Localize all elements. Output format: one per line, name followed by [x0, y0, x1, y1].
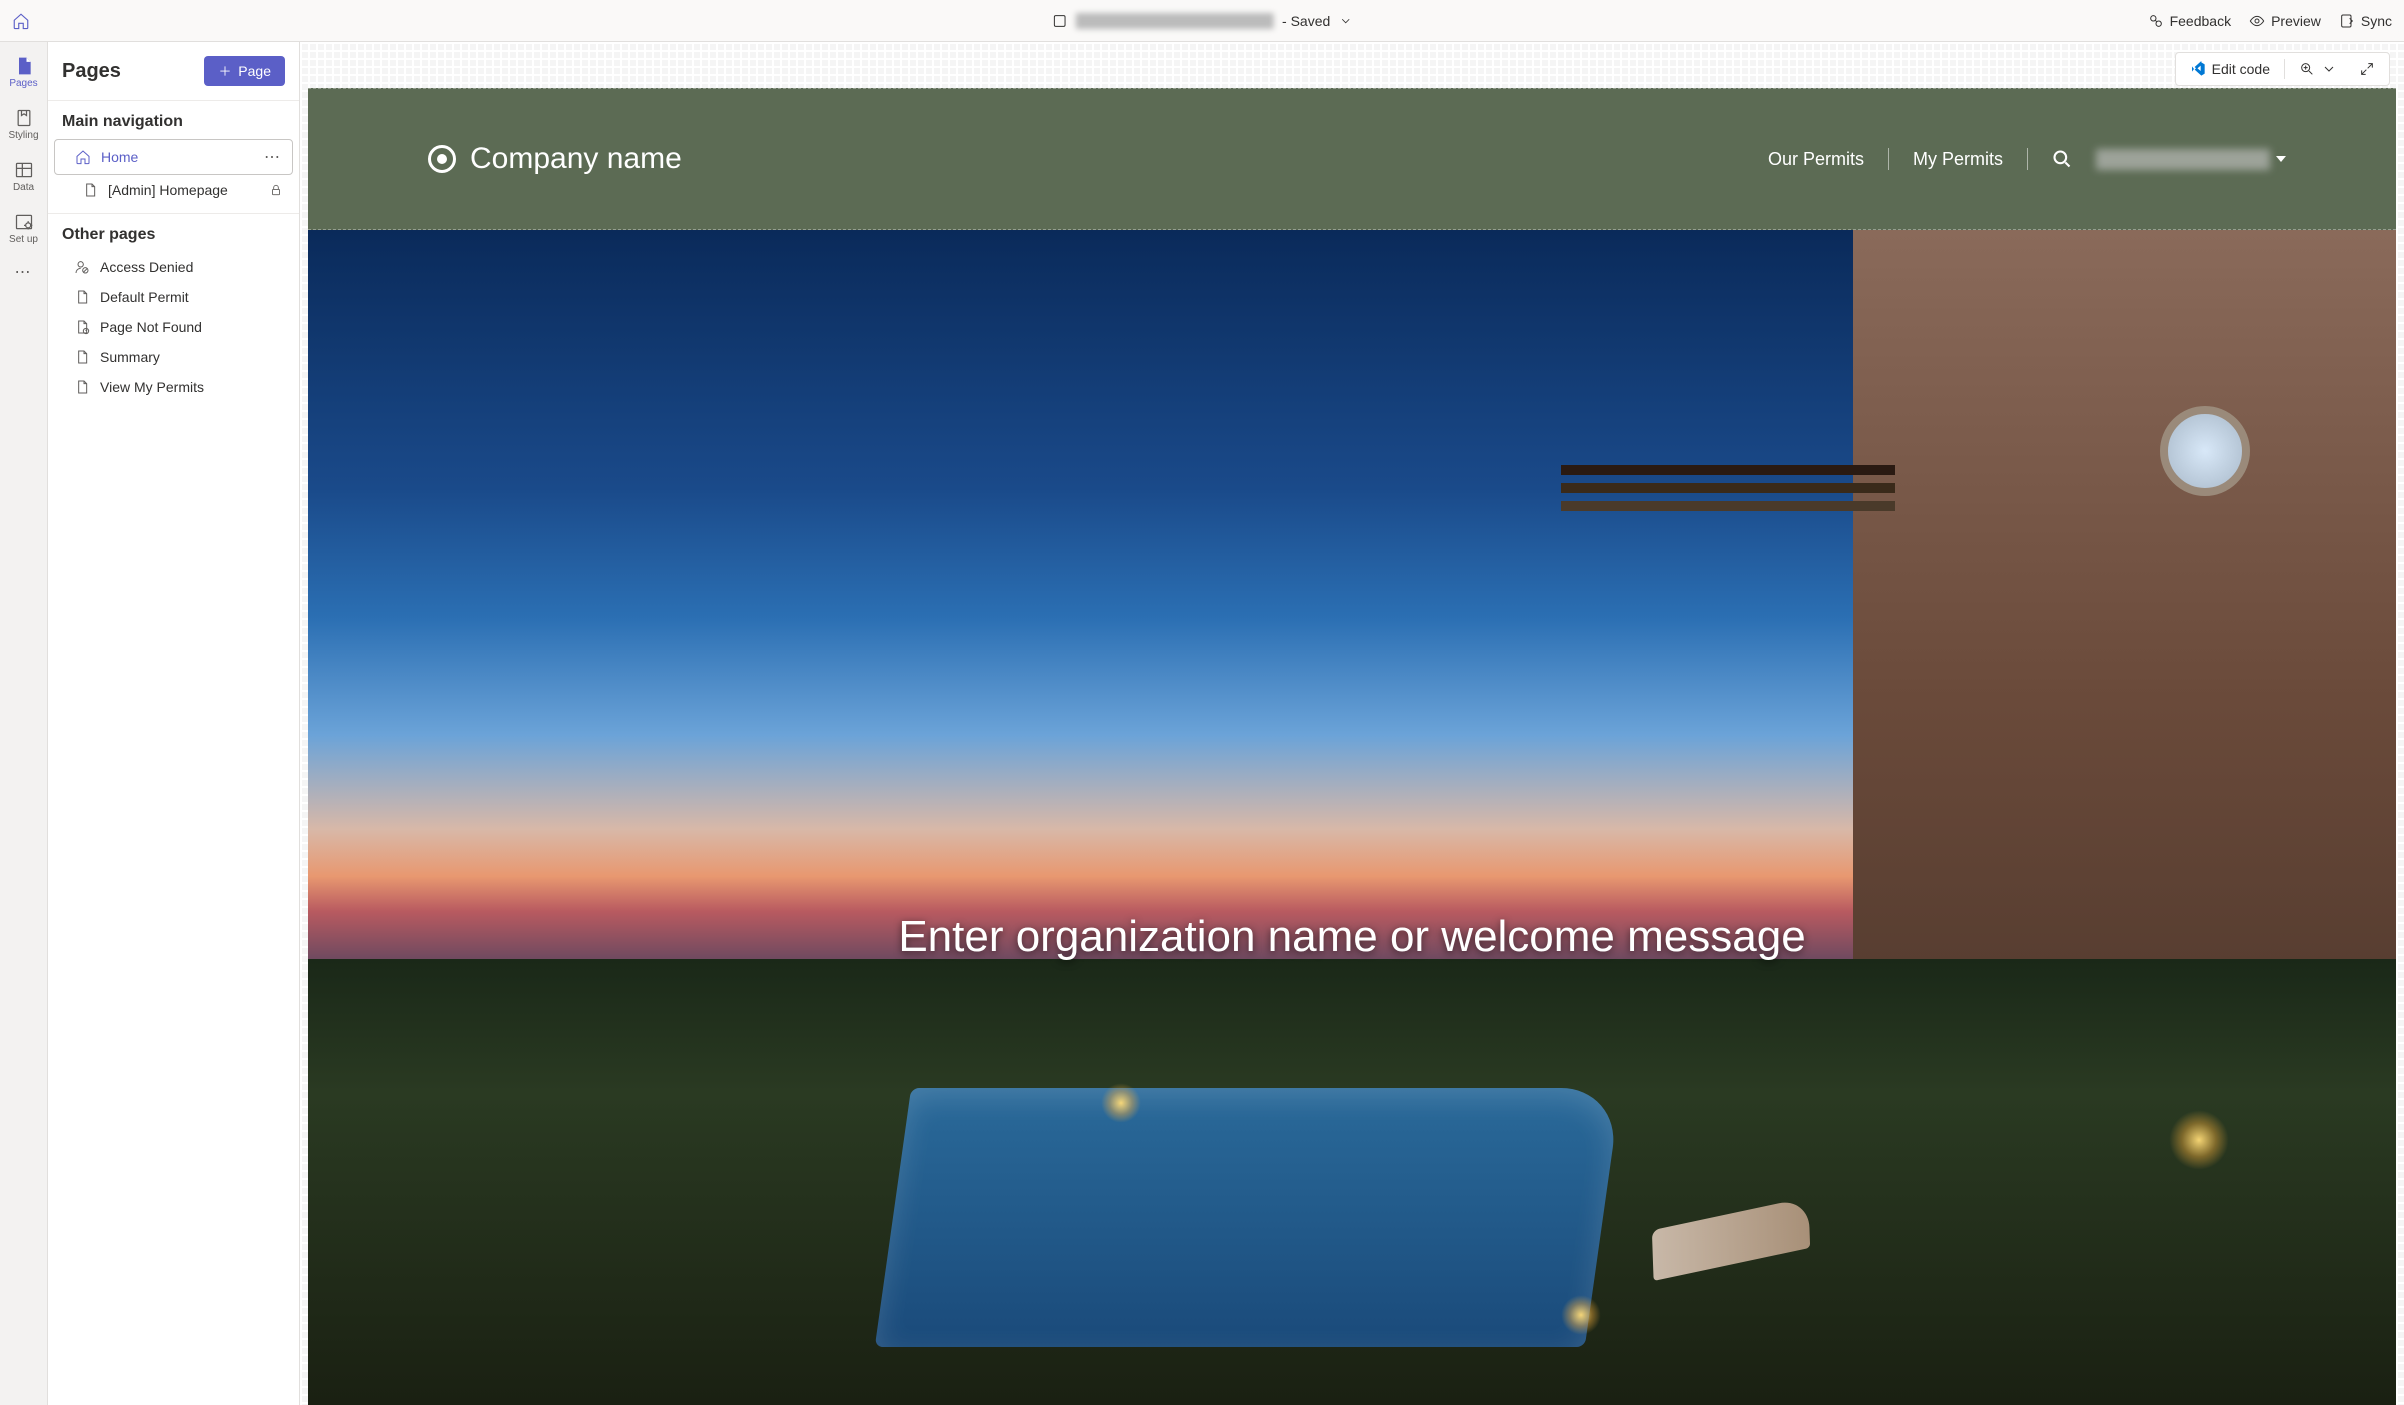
other-pages-header: Other pages	[48, 213, 299, 252]
page-warn-icon	[74, 319, 90, 335]
nav-user-menu[interactable]: ██████ ██████	[2096, 149, 2286, 170]
site-brand[interactable]: Company name	[428, 142, 682, 176]
setup-icon	[14, 212, 34, 232]
left-rail: Pages Styling Data Set up ⋯	[0, 42, 48, 1405]
page-item-admin-homepage[interactable]: [Admin] Homepage	[54, 175, 293, 205]
saved-indicator: - Saved	[1282, 13, 1330, 29]
edit-code-button[interactable]: Edit code	[2182, 57, 2278, 81]
site-glyph-icon	[1052, 13, 1068, 29]
site-nav: Our Permits My Permits ██████ ██████	[1768, 148, 2286, 170]
chevron-down-icon	[2321, 61, 2337, 77]
page-item-view-my-permits[interactable]: View My Permits	[54, 372, 293, 402]
site-preview-frame: Company name Our Permits My Permits ████…	[308, 88, 2396, 1405]
hero-section[interactable]: Enter organization name or welcome messa…	[308, 230, 2396, 1405]
more-icon[interactable]: ⋯	[264, 147, 282, 167]
page-item-label: Home	[101, 149, 138, 165]
sync-icon	[2339, 13, 2355, 29]
fullscreen-button[interactable]	[2351, 57, 2383, 81]
lock-icon	[269, 183, 283, 197]
page-item-home[interactable]: Home ⋯	[54, 139, 293, 175]
hero-headline[interactable]: Enter organization name or welcome messa…	[308, 912, 2396, 962]
person-denied-icon	[74, 259, 90, 275]
user-name-redacted: ██████ ██████	[2096, 149, 2270, 170]
home-icon	[75, 149, 91, 165]
search-icon[interactable]	[2052, 149, 2072, 169]
rail-setup[interactable]: Set up	[2, 204, 46, 252]
brand-name: Company name	[470, 142, 682, 176]
zoom-button[interactable]	[2291, 57, 2345, 81]
app-titlebar: ████████ ██████ ████ - Saved Feedback Pr…	[0, 0, 2404, 42]
rail-more[interactable]: ⋯	[2, 256, 46, 288]
plus-icon	[218, 64, 232, 78]
pages-panel: Pages Page Main navigation Home ⋯ [Admin…	[48, 42, 300, 1405]
nav-our-permits[interactable]: Our Permits	[1768, 149, 1864, 170]
page-icon	[82, 182, 98, 198]
page-item-label: Summary	[100, 349, 160, 365]
eye-icon	[2249, 13, 2265, 29]
nav-separator	[1888, 148, 1889, 170]
expand-icon	[2359, 61, 2375, 77]
page-item-label: Access Denied	[100, 259, 193, 275]
page-item-summary[interactable]: Summary	[54, 342, 293, 372]
feedback-button[interactable]: Feedback	[2148, 13, 2231, 29]
nav-separator	[2027, 148, 2028, 170]
page-item-access-denied[interactable]: Access Denied	[54, 252, 293, 282]
home-icon[interactable]	[12, 12, 30, 30]
preview-button[interactable]: Preview	[2249, 13, 2321, 29]
page-item-label: Page Not Found	[100, 319, 202, 335]
document-name-redacted: ████████ ██████ ████	[1076, 13, 1274, 29]
vscode-icon	[2190, 61, 2206, 77]
zoom-icon	[2299, 61, 2315, 77]
hero-background-image	[308, 230, 2396, 1405]
page-icon	[74, 349, 90, 365]
brand-logo-icon	[428, 145, 456, 173]
rail-pages[interactable]: Pages	[2, 48, 46, 96]
page-item-label: View My Permits	[100, 379, 204, 395]
chevron-down-icon[interactable]	[1338, 14, 1352, 28]
rail-styling[interactable]: Styling	[2, 100, 46, 148]
page-item-default-permit[interactable]: Default Permit	[54, 282, 293, 312]
page-item-label: [Admin] Homepage	[108, 182, 228, 198]
rail-data[interactable]: Data	[2, 152, 46, 200]
toolbar-separator	[2284, 59, 2285, 79]
feedback-icon	[2148, 13, 2164, 29]
site-header[interactable]: Company name Our Permits My Permits ████…	[308, 88, 2396, 230]
page-item-label: Default Permit	[100, 289, 189, 305]
caret-down-icon	[2276, 156, 2286, 162]
pages-icon	[14, 56, 34, 76]
styling-icon	[14, 108, 34, 128]
page-item-page-not-found[interactable]: Page Not Found	[54, 312, 293, 342]
nav-my-permits[interactable]: My Permits	[1913, 149, 2003, 170]
add-page-button[interactable]: Page	[204, 56, 285, 86]
canvas-toolbar: Edit code	[2175, 52, 2390, 86]
sync-button[interactable]: Sync	[2339, 13, 2392, 29]
page-icon	[74, 379, 90, 395]
page-icon	[74, 289, 90, 305]
main-nav-header: Main navigation	[48, 100, 299, 139]
design-canvas[interactable]: Edit code Company name Our Permits	[300, 42, 2404, 1405]
data-icon	[14, 160, 34, 180]
document-title-area[interactable]: ████████ ██████ ████ - Saved	[1052, 13, 1353, 29]
pages-panel-title: Pages	[62, 60, 121, 83]
